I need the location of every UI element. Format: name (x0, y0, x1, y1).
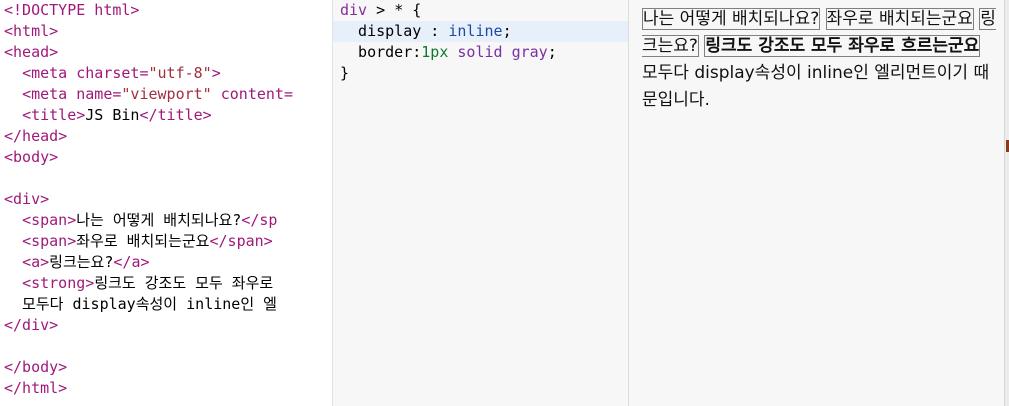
html-token: <span> (22, 211, 77, 229)
html-editor-pane[interactable]: <!DOCTYPE html> <html> <head> <meta charse… (0, 0, 333, 406)
html-line[interactable] (0, 168, 332, 189)
css-token: > (367, 1, 395, 19)
css-token: { (403, 1, 422, 19)
html-token: </div> (4, 316, 59, 334)
html-token: 좌우로 배치되는군요 (76, 232, 210, 250)
html-token: 나는 어떻게 배치되나요? (76, 211, 242, 229)
html-token: <div> (4, 190, 50, 208)
html-token: 모두다 display속성이 inline인 엘 (4, 295, 277, 313)
html-token: </a> (113, 253, 150, 271)
html-line[interactable]: <span>좌우로 배치되는군요</span> (0, 231, 332, 252)
css-token: inline (448, 22, 503, 40)
html-token: <meta (22, 85, 77, 103)
html-line[interactable]: </html> (0, 378, 332, 399)
css-line[interactable]: } (333, 63, 628, 84)
html-line[interactable]: <title>JS Bin</title> (0, 105, 332, 126)
html-token (4, 274, 22, 292)
html-token (4, 85, 22, 103)
html-line[interactable] (0, 336, 332, 357)
css-token: ; (547, 43, 557, 61)
html-token: "utf-8" (148, 64, 212, 82)
html-token (4, 106, 22, 124)
html-token: content= (211, 85, 293, 103)
html-line[interactable]: <body> (0, 147, 332, 168)
html-token: 링크는요? (49, 253, 114, 271)
html-token: </span> (209, 232, 273, 250)
preview-strong: 링크도 강조도 모두 좌우로 흐르는군요 (704, 35, 981, 57)
css-token: * (394, 1, 404, 19)
html-line[interactable]: </div> (0, 315, 332, 336)
html-token (4, 232, 22, 250)
html-line[interactable]: <meta name="viewport" content= (0, 84, 332, 105)
html-token: JS Bin (85, 106, 140, 124)
html-token (4, 253, 22, 271)
css-code-area[interactable]: div > * { display : inline; border:1px s… (333, 0, 628, 84)
css-token: gray (511, 43, 548, 61)
html-line[interactable]: <!DOCTYPE html> (0, 0, 332, 21)
output-scrollbar[interactable] (1004, 0, 1009, 406)
html-token: <head> (4, 43, 59, 61)
html-token: <span> (22, 232, 77, 250)
html-token: <a> (22, 253, 50, 271)
css-editor-pane[interactable]: div > * { display : inline; border:1px s… (333, 0, 629, 406)
css-token: 1px (421, 43, 449, 61)
html-token: <title> (22, 106, 86, 124)
html-line[interactable]: <strong>링크도 강조도 모두 좌우로 (0, 273, 332, 294)
preview-div: 나는 어떻게 배치되나요? 좌우로 배치되는군요 링크는요? 링크도 강조도 모… (642, 6, 996, 114)
html-token: 링크도 강조도 모두 좌우로 (94, 274, 274, 292)
html-line[interactable]: </body> (0, 357, 332, 378)
css-token: border (340, 43, 413, 61)
html-token: name= (76, 85, 122, 103)
css-token: : (412, 43, 422, 61)
html-token (4, 211, 22, 229)
css-line[interactable]: border:1px solid gray; (333, 42, 628, 63)
html-token: </title> (139, 106, 212, 124)
html-token: </sp (241, 211, 278, 229)
html-token: > (211, 64, 221, 82)
html-token: charset= (76, 64, 149, 82)
css-line[interactable]: display : inline; (333, 21, 628, 42)
html-token: <meta (22, 64, 77, 82)
preview-span-1: 나는 어떻게 배치되나요? (642, 8, 821, 30)
preview-span-2: 좌우로 배치되는군요 (825, 8, 974, 30)
html-line[interactable]: <a>링크는요?</a> (0, 252, 332, 273)
html-line[interactable]: <head> (0, 42, 332, 63)
css-token: div (340, 1, 368, 19)
html-token: <strong> (22, 274, 95, 292)
css-line[interactable]: div > * { (333, 0, 628, 21)
html-line[interactable]: <span>나는 어떻게 배치되나요?</sp (0, 210, 332, 231)
css-token: ; (502, 22, 512, 40)
html-line[interactable]: 모두다 display속성이 inline인 엘 (0, 294, 332, 315)
html-line[interactable]: <div> (0, 189, 332, 210)
html-token: <html> (4, 22, 59, 40)
html-token (4, 64, 22, 82)
css-token: display (340, 22, 422, 40)
preview-trailing-text: 모두다 display속성이 inline인 엘리먼트이기 때문입니다. (642, 63, 990, 110)
html-token: "viewport" (121, 85, 212, 103)
html-line[interactable]: <html> (0, 21, 332, 42)
html-line[interactable]: <meta charset="utf-8"> (0, 63, 332, 84)
html-token: </body> (4, 358, 68, 376)
html-token: <body> (4, 148, 59, 166)
html-token: </head> (4, 127, 68, 145)
html-token: </html> (4, 379, 68, 397)
css-token: } (340, 64, 350, 82)
html-line[interactable]: </head> (0, 126, 332, 147)
css-token: : (421, 22, 449, 40)
output-preview-pane: 나는 어떻게 배치되나요? 좌우로 배치되는군요 링크는요? 링크도 강조도 모… (629, 0, 1009, 406)
html-token: <!DOCTYPE html> (4, 1, 140, 19)
css-token: solid (448, 43, 512, 61)
html-code-area[interactable]: <!DOCTYPE html> <html> <head> <meta charse… (0, 0, 332, 399)
